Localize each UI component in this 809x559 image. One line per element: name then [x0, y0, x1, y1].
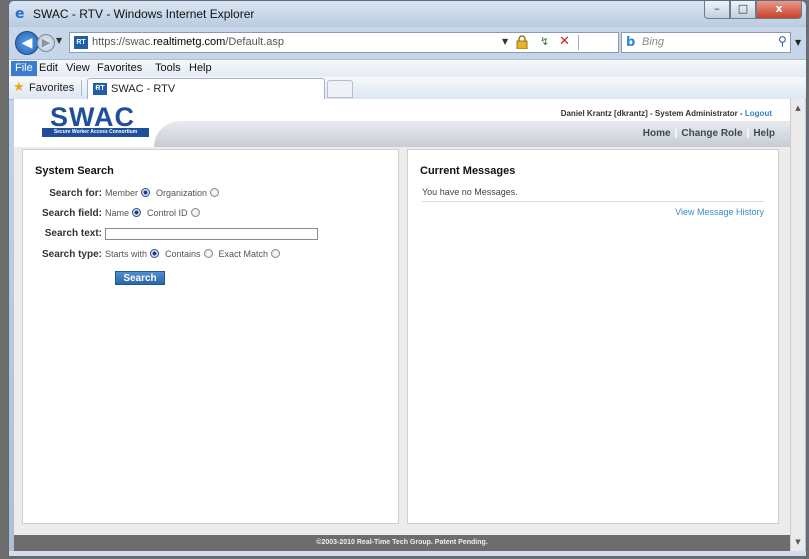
scroll-down-icon[interactable]: ▼	[791, 535, 805, 549]
back-button[interactable]: ◀	[15, 31, 39, 55]
search-type-starts-with-radio[interactable]	[150, 249, 160, 258]
search-field-label: Search field:	[41, 208, 102, 219]
menu-help[interactable]: Help	[189, 62, 212, 74]
nav-help-link[interactable]: Help	[753, 128, 775, 139]
header-nav: Home | Change Role | Help	[643, 128, 775, 139]
internet-explorer-icon: e	[15, 6, 25, 22]
search-for-organization-label[interactable]: Organization	[156, 188, 207, 198]
current-messages-title: Current Messages	[420, 165, 516, 177]
tab-favicon-icon: RT	[93, 83, 107, 95]
window-title: SWAC - RTV - Windows Internet Explorer	[33, 7, 255, 21]
browser-window: e SWAC - RTV - Windows Internet Explorer…	[8, 0, 807, 557]
logout-link[interactable]: Logout	[745, 109, 772, 118]
logo-subtitle: Secure Worker Access Consortium	[42, 128, 149, 137]
search-field-control-id-radio[interactable]	[190, 208, 200, 217]
search-type-contains-radio[interactable]	[203, 249, 213, 258]
menu-edit[interactable]: Edit	[39, 62, 58, 74]
nav-separator: |	[674, 128, 678, 139]
status-bar	[9, 551, 806, 556]
current-messages-panel: Current Messages You have no Messages. V…	[407, 149, 779, 524]
menu-favorites[interactable]: Favorites	[97, 62, 142, 74]
swac-logo[interactable]: SWAC Secure Worker Access Consortium	[42, 102, 152, 137]
user-name: Daniel Krantz [dkrantz] - System Adminis…	[560, 109, 745, 118]
user-info: Daniel Krantz [dkrantz] - System Adminis…	[561, 109, 772, 118]
system-search-panel: System Search Search for: Member Organiza…	[22, 149, 399, 524]
search-options-dropdown-icon[interactable]: ▼	[795, 38, 801, 47]
page-footer: ©2003-2010 Real-Time Tech Group. Patent …	[14, 535, 790, 551]
history-dropdown-icon[interactable]: ▼	[56, 36, 62, 45]
search-icon[interactable]: ⚲	[778, 34, 787, 48]
new-tab-button[interactable]	[327, 80, 353, 98]
title-bar: e SWAC - RTV - Windows Internet Explorer…	[9, 1, 806, 27]
system-search-title: System Search	[35, 165, 114, 177]
tab-title[interactable]: SWAC - RTV	[111, 83, 175, 95]
search-field-name-radio[interactable]	[132, 208, 142, 217]
favorites-button[interactable]: Favorites	[29, 82, 74, 94]
browser-tab[interactable]: RT SWAC - RTV	[87, 78, 325, 99]
site-favicon-icon: RT	[74, 36, 88, 49]
messages-divider	[422, 201, 764, 202]
search-for-member-radio[interactable]	[141, 188, 151, 197]
search-type-contains-label[interactable]: Contains	[165, 249, 201, 259]
site-header: SWAC Secure Worker Access Consortium Dan…	[14, 99, 790, 147]
search-button[interactable]: Search	[115, 271, 165, 285]
menu-view[interactable]: View	[66, 62, 90, 74]
favorites-star-icon[interactable]: ★	[13, 80, 25, 95]
favorites-bar: ★ Favorites RT SWAC - RTV	[9, 77, 806, 100]
address-dropdown-icon[interactable]: ▼	[502, 37, 508, 46]
maximize-button[interactable]: □	[730, 1, 756, 19]
view-message-history-link[interactable]: View Message History	[675, 207, 764, 217]
search-for-organization-radio[interactable]	[210, 188, 220, 197]
menu-file[interactable]: File	[11, 61, 37, 76]
search-box[interactable]: b Bing ⚲	[621, 32, 791, 53]
lock-icon[interactable]	[516, 35, 528, 49]
vertical-scrollbar[interactable]: ▲ ▼	[790, 99, 805, 551]
no-messages-text: You have no Messages.	[422, 187, 518, 197]
search-text-input[interactable]	[105, 228, 318, 240]
nav-separator: |	[746, 128, 750, 139]
menu-bar: File Edit View Favorites Tools Help	[9, 59, 806, 78]
search-placeholder[interactable]: Bing	[642, 36, 664, 48]
scroll-up-icon[interactable]: ▲	[791, 101, 805, 115]
menu-tools[interactable]: Tools	[155, 62, 181, 74]
search-field-control-id-label[interactable]: Control ID	[147, 208, 188, 218]
favorites-separator	[81, 80, 82, 96]
search-for-label: Search for:	[49, 188, 102, 199]
close-button[interactable]: x	[756, 1, 802, 19]
page-viewport: SWAC Secure Worker Access Consortium Dan…	[14, 99, 790, 551]
stop-icon[interactable]: ✕	[559, 34, 570, 49]
forward-button[interactable]: ▶	[37, 34, 55, 52]
search-field-name-label[interactable]: Name	[105, 208, 129, 218]
search-for-member-label[interactable]: Member	[105, 188, 138, 198]
navigation-bar: ◀ ▶ ▼ RT https://swac.realtimetg.com/Def…	[9, 27, 806, 59]
minimize-button[interactable]: –	[704, 1, 730, 19]
search-type-label: Search type:	[41, 249, 102, 260]
search-text-label: Search text:	[44, 228, 102, 239]
refresh-icon[interactable]: ↯	[540, 35, 549, 48]
search-text-row: Search text:	[23, 228, 393, 242]
search-type-starts-with-label[interactable]: Starts with	[105, 249, 147, 259]
address-bar[interactable]: RT https://swac.realtimetg.com/Default.a…	[69, 32, 619, 53]
nav-change-role-link[interactable]: Change Role	[681, 128, 742, 139]
address-url[interactable]: https://swac.realtimetg.com/Default.asp	[92, 36, 284, 48]
search-type-exact-match-label[interactable]: Exact Match	[219, 249, 269, 259]
address-divider	[578, 35, 579, 50]
nav-home-link[interactable]: Home	[643, 128, 671, 139]
search-type-exact-match-radio[interactable]	[271, 249, 281, 258]
bing-icon: b	[626, 35, 636, 50]
